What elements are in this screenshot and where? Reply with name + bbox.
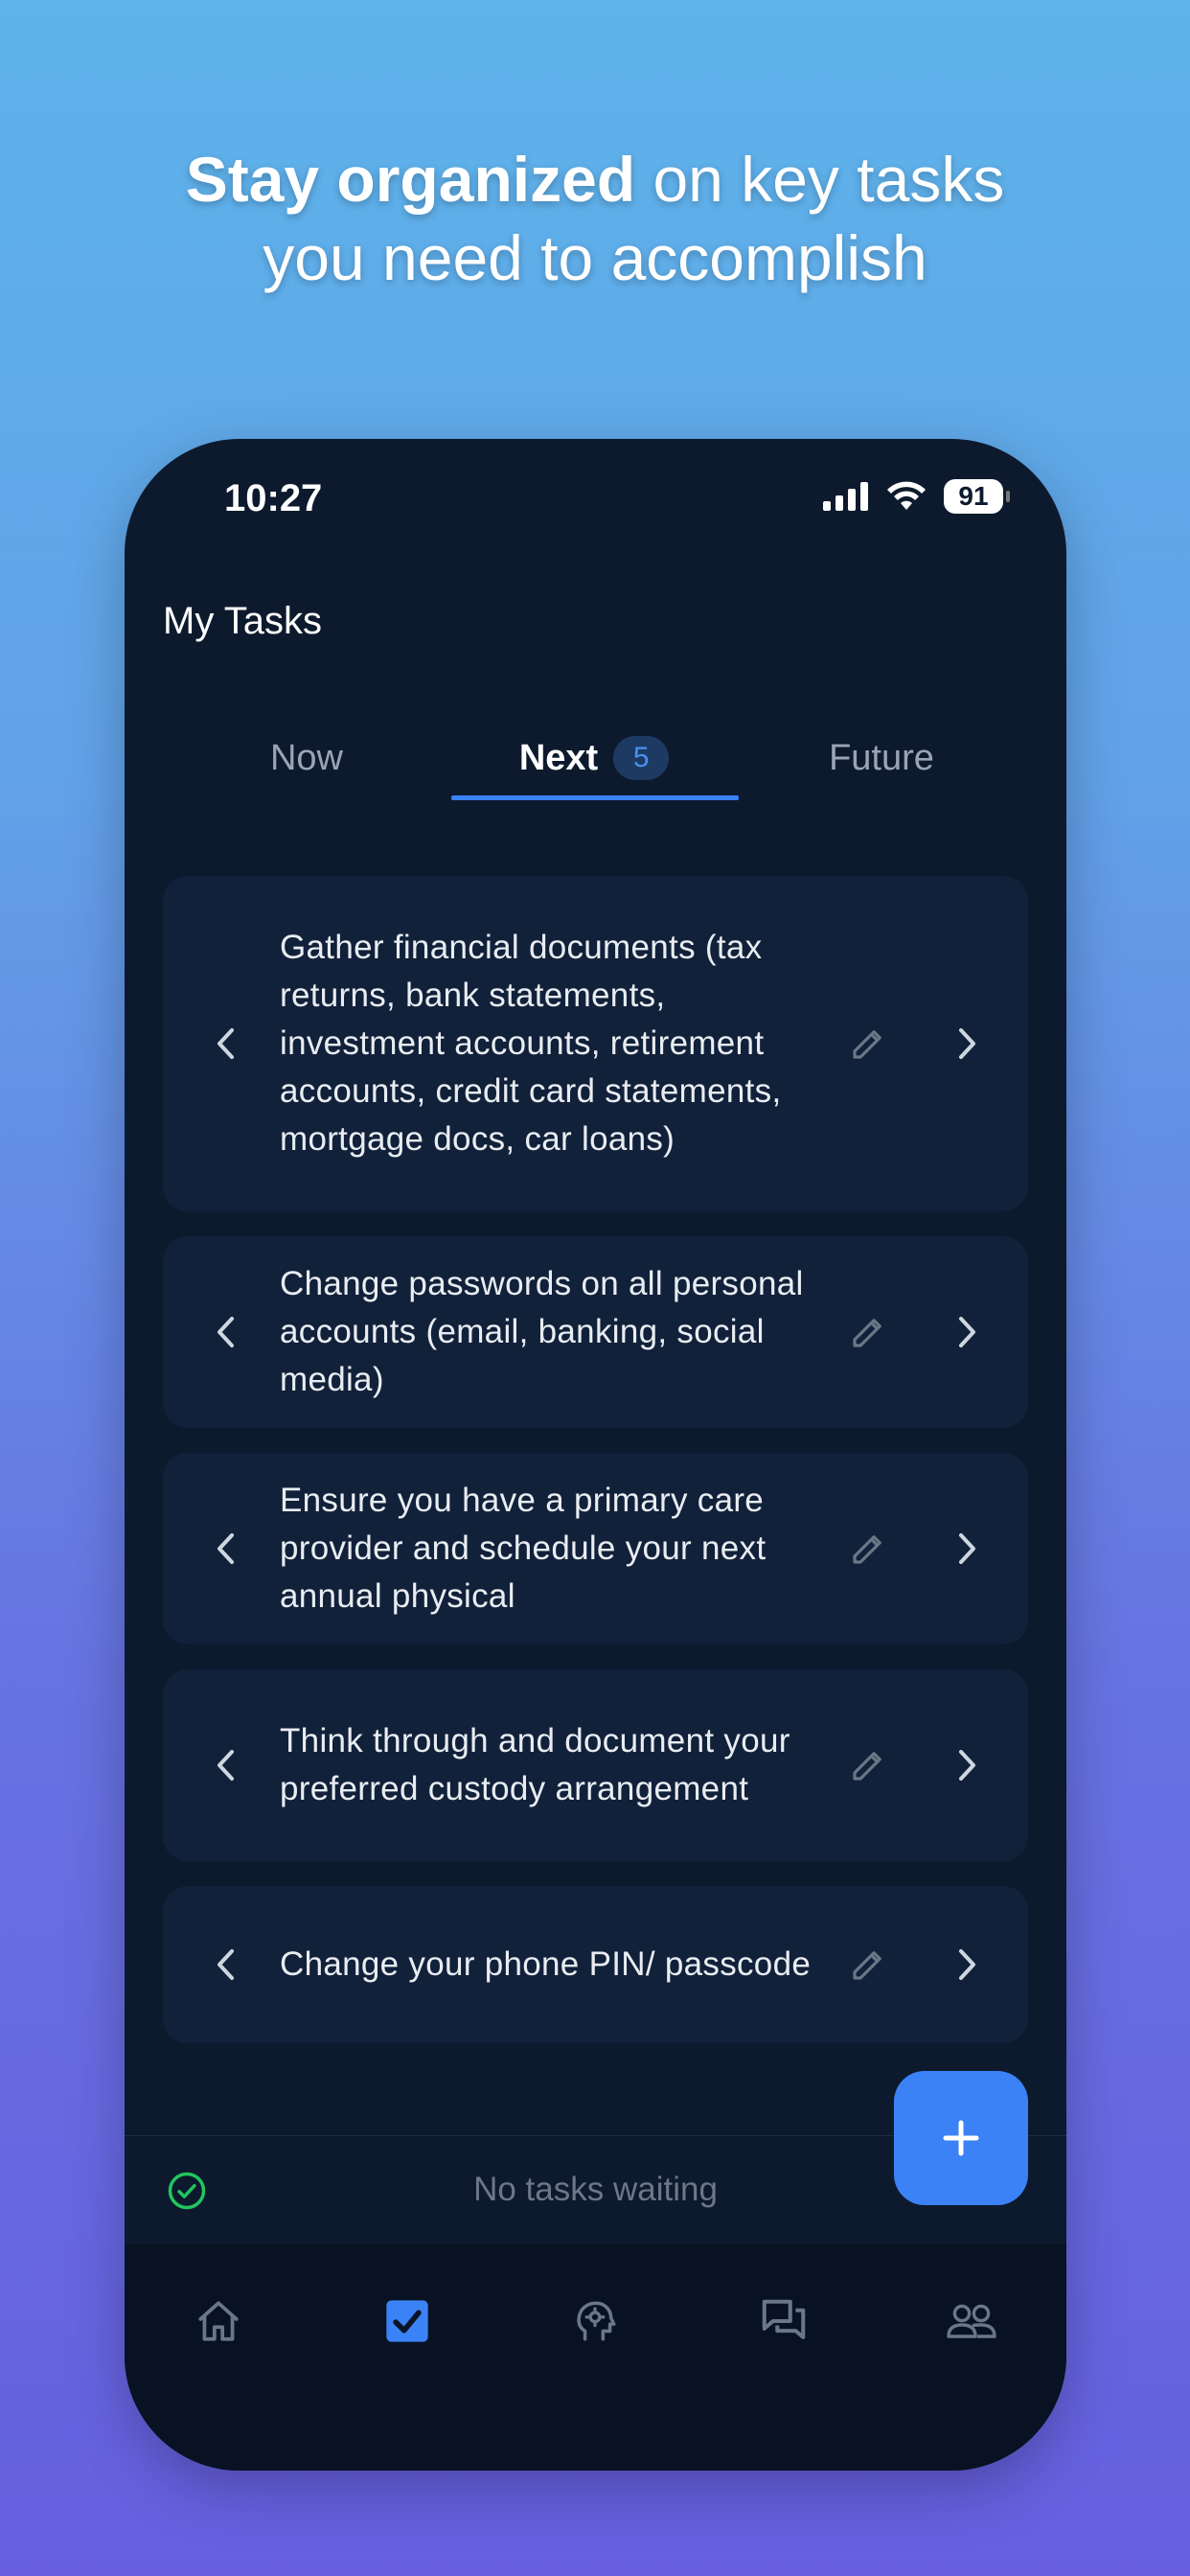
chevron-left-icon [217, 1028, 234, 1059]
task-card: Ensure you have a primary care provider … [163, 1453, 1028, 1644]
chevron-left-icon [217, 1317, 234, 1347]
status-time: 10:27 [224, 477, 323, 519]
bottom-nav [125, 2244, 1066, 2471]
phone-screen: 10:27 91 My Tasks Now Next 5 Future Gath… [125, 439, 1066, 2471]
move-forward-button[interactable] [953, 1530, 982, 1568]
nav-home[interactable] [190, 2292, 247, 2350]
headline: Stay organized on key tasks you need to … [0, 140, 1190, 297]
tab-next[interactable]: Next 5 [450, 717, 738, 799]
task-text: Ensure you have a primary care provider … [280, 1482, 767, 1615]
page-title: My Tasks [163, 600, 322, 642]
move-back-button[interactable] [211, 1746, 240, 1784]
tab-future[interactable]: Future [738, 717, 1025, 799]
tab-future-label: Future [829, 737, 934, 778]
task-card: Change passwords on all personal account… [163, 1236, 1028, 1428]
move-back-button[interactable] [211, 1313, 240, 1351]
chevron-left-icon [217, 1533, 234, 1564]
nav-chat[interactable] [755, 2292, 812, 2350]
task-card: Gather financial documents (tax returns,… [163, 876, 1028, 1211]
plus-icon [943, 2120, 979, 2156]
tab-now-label: Now [269, 737, 344, 778]
nav-tasks[interactable] [378, 2292, 436, 2350]
task-card: Change your phone PIN/ passcode [163, 1886, 1028, 2043]
tab-now[interactable]: Now [201, 717, 412, 799]
mind-gear-icon [577, 2301, 616, 2341]
chat-icon [762, 2299, 806, 2339]
chevron-right-icon [959, 1028, 975, 1059]
tab-next-count-badge: 5 [613, 736, 670, 780]
move-forward-button[interactable] [953, 1024, 982, 1063]
chevron-left-icon [217, 1750, 234, 1781]
chevron-right-icon [959, 1949, 975, 1980]
status-icons: 91 [823, 479, 1010, 514]
chevron-right-icon [959, 1533, 975, 1564]
wifi-icon [887, 481, 926, 510]
chevron-left-icon [217, 1949, 234, 1980]
tab-bar: Now Next 5 Future [163, 717, 1028, 800]
task-text: Change your phone PIN/ passcode [280, 1945, 812, 1983]
edit-pencil-icon[interactable] [848, 1745, 888, 1785]
move-back-button[interactable] [211, 1945, 240, 1984]
move-back-button[interactable] [211, 1024, 240, 1063]
task-text: Gather financial documents (tax returns,… [280, 929, 782, 1158]
task-card: Think through and document your preferre… [163, 1669, 1028, 1861]
edit-pencil-icon[interactable] [848, 1312, 888, 1352]
chevron-right-icon [959, 1317, 975, 1347]
battery-indicator: 91 [944, 479, 1010, 514]
task-list: Gather financial documents (tax returns,… [163, 876, 1028, 2068]
edit-pencil-icon[interactable] [848, 1529, 888, 1569]
headline-rest: on key tasks [635, 144, 1005, 215]
headline-line2: you need to accomplish [263, 222, 927, 293]
chevron-right-icon [959, 1750, 975, 1781]
move-forward-button[interactable] [953, 1313, 982, 1351]
tasks-checkbox-icon [386, 2300, 428, 2342]
home-icon [198, 2301, 239, 2341]
tab-next-label: Next [518, 737, 599, 778]
move-forward-button[interactable] [953, 1945, 982, 1984]
nav-people[interactable] [943, 2292, 1000, 2350]
move-forward-button[interactable] [953, 1746, 982, 1784]
add-task-button[interactable] [894, 2071, 1028, 2205]
nav-mind[interactable] [566, 2292, 624, 2350]
active-tab-indicator [451, 795, 739, 800]
task-text: Think through and document your preferre… [280, 1722, 790, 1807]
signal-icon [823, 482, 868, 511]
move-back-button[interactable] [211, 1530, 240, 1568]
edit-pencil-icon[interactable] [848, 1944, 888, 1985]
headline-bold: Stay organized [185, 144, 636, 215]
people-icon [947, 2304, 996, 2338]
task-text: Change passwords on all personal account… [280, 1265, 804, 1398]
edit-pencil-icon[interactable] [848, 1024, 888, 1064]
